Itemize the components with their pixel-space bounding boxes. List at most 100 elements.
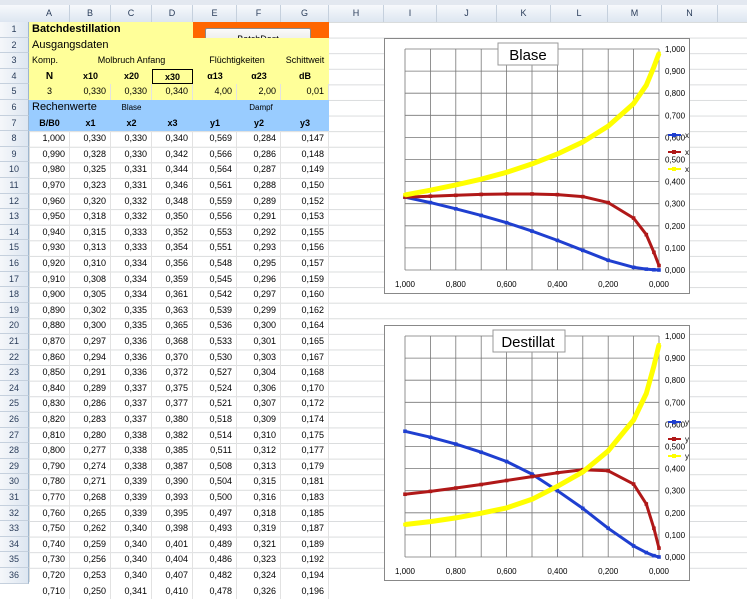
table-cell[interactable]: 0,316 [237, 490, 281, 506]
table-cell[interactable]: 0,569 [193, 131, 237, 147]
column-header-b[interactable]: B [70, 5, 111, 22]
table-cell[interactable]: 0,310 [70, 256, 111, 272]
table-cell[interactable]: 0,830 [29, 396, 70, 412]
table-cell[interactable]: 0,318 [70, 209, 111, 225]
x30-label[interactable]: x30 [152, 68, 193, 85]
table-cell[interactable]: 0,331 [111, 162, 152, 178]
table-cell[interactable]: 0,354 [152, 240, 193, 256]
table-cell[interactable]: 0,930 [29, 240, 70, 256]
table-cell[interactable]: 0,410 [152, 583, 193, 599]
table-cell[interactable]: 0,340 [111, 568, 152, 584]
table-cell[interactable]: 0,559 [193, 193, 237, 210]
table-cell[interactable]: 0,920 [29, 256, 70, 272]
n-label[interactable]: N [29, 68, 70, 85]
table-cell[interactable]: 0,387 [152, 458, 193, 475]
table-cell[interactable]: 0,147 [281, 131, 329, 147]
table-cell[interactable]: 0,556 [193, 209, 237, 225]
table-cell[interactable]: 0,740 [29, 536, 70, 553]
table-cell[interactable]: 0,177 [281, 443, 329, 459]
row-header[interactable]: 27 [0, 427, 29, 444]
table-cell[interactable]: 0,294 [70, 349, 111, 366]
table-cell[interactable]: 0,194 [281, 568, 329, 584]
table-cell[interactable]: 0,521 [193, 396, 237, 412]
column-header-e[interactable]: E [193, 5, 237, 22]
table-cell[interactable]: 0,545 [193, 271, 237, 288]
table-cell[interactable]: 0,156 [281, 240, 329, 256]
table-cell[interactable]: 0,710 [29, 583, 70, 599]
table-cell[interactable]: 0,990 [29, 146, 70, 163]
table-cell[interactable]: 0,268 [70, 490, 111, 506]
table-cell[interactable]: 0,566 [193, 146, 237, 163]
x20-value[interactable]: 0,330 [111, 84, 152, 100]
table-cell[interactable]: 0,330 [111, 131, 152, 147]
table-cell[interactable]: 0,330 [111, 146, 152, 163]
table-cell[interactable]: 0,187 [281, 521, 329, 537]
table-cell[interactable]: 0,539 [193, 302, 237, 319]
table-cell[interactable]: 0,527 [193, 365, 237, 381]
table-cell[interactable]: 0,336 [111, 349, 152, 366]
table-cell[interactable]: 0,356 [152, 256, 193, 272]
table-cell[interactable]: 0,323 [70, 178, 111, 194]
table-cell[interactable]: 0,810 [29, 427, 70, 444]
table-cell[interactable]: 0,524 [193, 380, 237, 397]
row-header[interactable]: 14 [0, 224, 29, 241]
table-cell[interactable]: 0,292 [237, 224, 281, 241]
table-cell[interactable]: 0,339 [111, 474, 152, 490]
table-cell[interactable]: 0,289 [70, 380, 111, 397]
table-cell[interactable]: 0,548 [193, 256, 237, 272]
table-cell[interactable]: 0,368 [152, 334, 193, 350]
table-cell[interactable]: 0,265 [70, 505, 111, 522]
table-cell[interactable]: 0,284 [237, 131, 281, 147]
row-header[interactable]: 32 [0, 505, 29, 522]
table-cell[interactable]: 0,395 [152, 505, 193, 522]
col-label-y1[interactable]: y1 [193, 115, 237, 132]
table-cell[interactable]: 0,165 [281, 334, 329, 350]
table-cell[interactable]: 0,493 [193, 521, 237, 537]
table-cell[interactable]: 0,300 [237, 318, 281, 334]
table-cell[interactable]: 0,326 [237, 583, 281, 599]
table-cell[interactable]: 0,333 [111, 224, 152, 241]
column-header-a[interactable]: A [29, 5, 70, 22]
column-header-h[interactable]: H [329, 5, 384, 22]
table-cell[interactable]: 0,185 [281, 505, 329, 522]
table-cell[interactable]: 0,508 [193, 458, 237, 475]
table-cell[interactable]: 0,530 [193, 349, 237, 366]
row-header[interactable]: 25 [0, 396, 29, 412]
col-label-x1[interactable]: x1 [70, 115, 111, 132]
blase-cell[interactable]: Blase [111, 100, 152, 116]
table-cell[interactable]: 0,291 [70, 365, 111, 381]
a23-label[interactable]: α23 [237, 68, 281, 85]
row-header[interactable]: 18 [0, 287, 29, 303]
table-cell[interactable]: 0,542 [193, 287, 237, 303]
table-cell[interactable]: 0,890 [29, 302, 70, 319]
table-cell[interactable]: 0,323 [237, 552, 281, 568]
row-header[interactable]: 29 [0, 458, 29, 475]
table-cell[interactable]: 0,313 [70, 240, 111, 256]
table-cell[interactable]: 0,304 [237, 365, 281, 381]
table-cell[interactable]: 0,750 [29, 521, 70, 537]
table-cell[interactable]: 0,870 [29, 334, 70, 350]
table-cell[interactable]: 0,175 [281, 427, 329, 444]
table-cell[interactable]: 0,334 [111, 271, 152, 288]
n-value[interactable]: 3 [29, 84, 70, 100]
table-cell[interactable]: 0,256 [70, 552, 111, 568]
table-cell[interactable]: 0,352 [152, 224, 193, 241]
row-header[interactable]: 4 [0, 68, 29, 85]
row-header[interactable]: 33 [0, 521, 29, 537]
table-cell[interactable]: 0,318 [237, 505, 281, 522]
table-cell[interactable]: 0,553 [193, 224, 237, 241]
table-cell[interactable]: 0,375 [152, 380, 193, 397]
table-cell[interactable]: 0,302 [70, 302, 111, 319]
table-cell[interactable]: 0,393 [152, 490, 193, 506]
table-cell[interactable]: 0,332 [111, 209, 152, 225]
table-cell[interactable]: 0,404 [152, 552, 193, 568]
table-cell[interactable]: 0,315 [237, 474, 281, 490]
table-cell[interactable]: 0,536 [193, 318, 237, 334]
table-cell[interactable]: 0,910 [29, 271, 70, 288]
table-cell[interactable]: 0,152 [281, 193, 329, 210]
table-cell[interactable]: 0,511 [193, 443, 237, 459]
row-header[interactable]: 26 [0, 412, 29, 428]
db-label[interactable]: dB [281, 68, 329, 85]
table-cell[interactable]: 0,148 [281, 146, 329, 163]
table-cell[interactable]: 0,159 [281, 271, 329, 288]
